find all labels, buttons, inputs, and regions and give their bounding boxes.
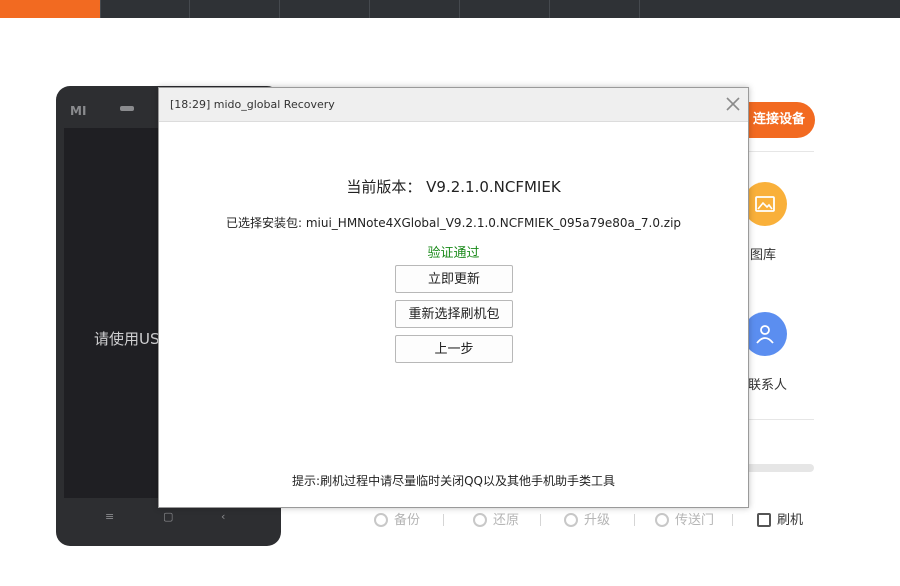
update-now-button[interactable]: 立即更新 — [395, 265, 513, 293]
dialog-title: [18:29] mido_global Recovery — [170, 98, 335, 111]
toolbar-separator — [540, 514, 541, 526]
upgrade-icon — [564, 513, 578, 527]
toolbar-separator — [443, 514, 444, 526]
top-nav-tab[interactable] — [189, 0, 280, 18]
top-nav-tab[interactable] — [549, 0, 640, 18]
selected-package: 已选择安装包: miui_HMNote4XGlobal_V9.2.1.0.NCF… — [159, 214, 748, 231]
current-version: 当前版本： V9.2.1.0.NCFMIEK — [159, 176, 748, 197]
restore-button[interactable]: 还原 — [473, 512, 519, 530]
restore-label: 还原 — [493, 513, 520, 528]
flash-tip: 提示:刷机过程中请尽量临时关闭QQ以及其他手机助手类工具 — [292, 474, 615, 488]
contacts-label: 联系人 — [748, 378, 788, 393]
backup-icon — [374, 513, 388, 527]
phone-brand-logo: MI — [70, 104, 87, 118]
upgrade-label: 升级 — [584, 513, 611, 528]
recovery-dialog: [18:29] mido_global Recovery 当前版本： V9.2.… — [158, 87, 749, 508]
top-nav-tab[interactable] — [639, 0, 730, 18]
flash-label: 刷机 — [777, 513, 804, 528]
back-button[interactable]: 上一步 — [395, 335, 513, 363]
flash-button[interactable]: 刷机 — [757, 512, 803, 530]
transfer-label: 传送门 — [675, 513, 715, 528]
divider — [745, 419, 814, 420]
person-icon — [756, 325, 774, 344]
verification-status: 验证通过 — [427, 246, 480, 261]
top-nav-tab[interactable] — [369, 0, 460, 18]
divider — [745, 151, 814, 152]
top-nav-accent — [0, 0, 100, 18]
menu-key-icon: ≡ — [105, 510, 115, 523]
send-icon — [655, 513, 669, 527]
picture-icon — [755, 196, 775, 212]
contacts-button[interactable] — [743, 312, 787, 356]
close-button[interactable] — [723, 94, 743, 114]
version-value: V9.2.1.0.NCFMIEK — [426, 178, 561, 196]
home-key-icon: ▢ — [163, 510, 174, 523]
restore-icon — [473, 513, 487, 527]
upgrade-button[interactable]: 升级 — [564, 512, 610, 530]
top-nav-tab[interactable] — [100, 0, 190, 18]
top-nav-tab[interactable] — [279, 0, 370, 18]
toolbar-separator — [732, 514, 733, 526]
storage-progress-bar — [745, 464, 814, 472]
backup-label: 备份 — [394, 513, 421, 528]
gallery-button[interactable] — [743, 182, 787, 226]
phone-earpiece — [120, 106, 134, 111]
reselect-package-button[interactable]: 重新选择刷机包 — [395, 300, 513, 328]
version-label: 当前版本： — [346, 178, 422, 196]
transfer-button[interactable]: 传送门 — [655, 512, 714, 530]
top-nav-bar — [0, 0, 900, 18]
flash-icon — [757, 513, 771, 527]
backup-button[interactable]: 备份 — [374, 512, 420, 530]
gallery-label: 图库 — [750, 248, 777, 263]
connect-device-button[interactable]: 连接设备 — [745, 102, 815, 138]
dialog-titlebar: [18:29] mido_global Recovery — [159, 88, 748, 122]
top-nav-tab[interactable] — [459, 0, 550, 18]
package-value: miui_HMNote4XGlobal_V9.2.1.0.NCFMIEK_095… — [305, 216, 682, 230]
back-key-icon: ‹ — [221, 510, 226, 523]
package-label: 已选择安装包: — [225, 216, 303, 230]
toolbar-separator — [634, 514, 635, 526]
close-icon — [726, 97, 740, 111]
